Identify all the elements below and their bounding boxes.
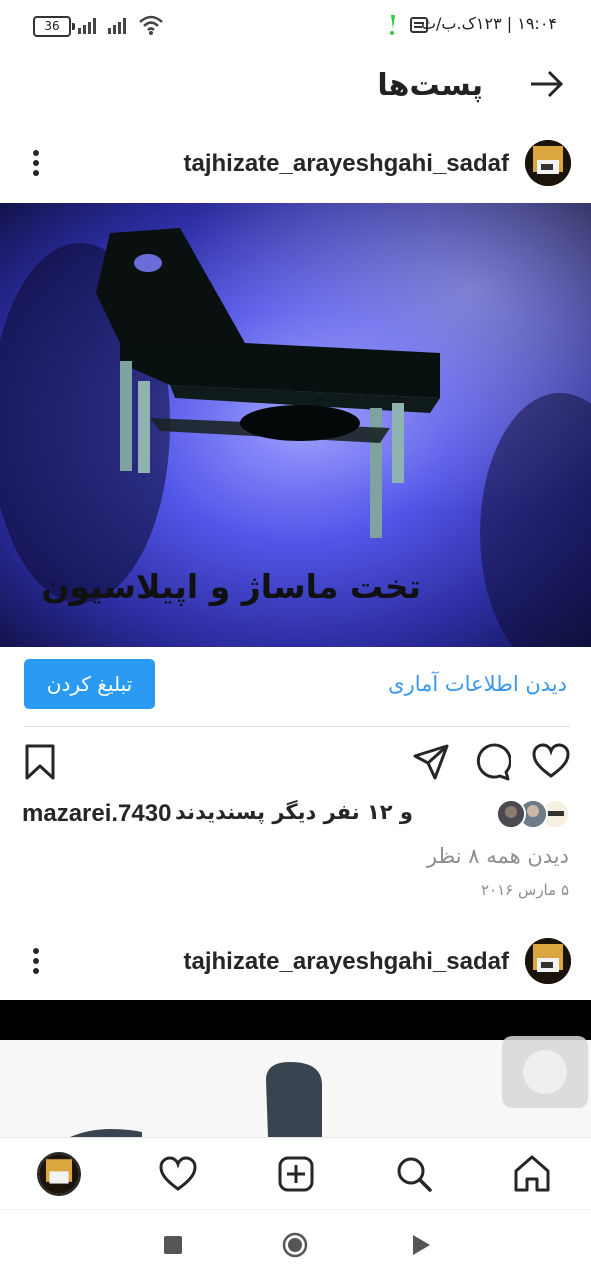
home-icon[interactable]: [510, 1152, 554, 1196]
avatar[interactable]: [525, 140, 571, 186]
view-insights-link[interactable]: دیدن اطلاعات آماری: [388, 672, 567, 696]
status-time: ۱۹:۰۴ | ۱۲۳ک.ب/ث: [420, 14, 557, 33]
avatar[interactable]: [525, 938, 571, 984]
square-icon[interactable]: [163, 1235, 183, 1255]
wifi-icon: [139, 15, 163, 35]
post-username[interactable]: tajhizate_arayeshgahi_sadaf: [184, 150, 510, 178]
divider: [24, 726, 570, 727]
more-vertical-icon[interactable]: [26, 143, 46, 183]
plus-square-icon[interactable]: [274, 1152, 318, 1196]
post-username[interactable]: tajhizate_arayeshgahi_sadaf: [184, 948, 510, 976]
bookmark-icon[interactable]: [20, 742, 60, 782]
circle-icon[interactable]: [282, 1232, 308, 1258]
view-comments-link[interactable]: دیدن همه ۸ نظر: [427, 844, 569, 868]
status-bar: 36 ۱۹:۰۴ | ۱۲۳ک.ب/ث: [0, 0, 591, 50]
likes-text[interactable]: و ۱۲ نفر دیگر پسندیدند: [175, 800, 413, 824]
post-date: ۵ مارس ۲۰۱۶: [481, 881, 569, 899]
image-caption: تخت ماساژ و اپیلاسیون: [41, 567, 421, 606]
liker-avatar[interactable]: [496, 799, 526, 829]
promote-button[interactable]: تبلیغ کردن: [24, 659, 155, 709]
send-icon[interactable]: [411, 742, 451, 782]
heart-icon[interactable]: [531, 742, 571, 782]
comment-icon[interactable]: [471, 742, 511, 782]
heart-icon[interactable]: [156, 1152, 200, 1196]
arrow-right-icon[interactable]: [527, 64, 567, 104]
triangle-icon[interactable]: [411, 1234, 431, 1256]
page-title: پست‌ها: [377, 68, 483, 103]
search-icon[interactable]: [392, 1152, 436, 1196]
alert-icon: [390, 15, 395, 35]
likes-username[interactable]: mazarei.7430: [22, 800, 171, 828]
post-image-top: [0, 1000, 591, 1040]
bottom-nav: [0, 1137, 591, 1210]
system-nav: [0, 1209, 591, 1281]
floating-button[interactable]: [502, 1036, 588, 1108]
avatar: [37, 1152, 81, 1196]
battery-indicator: 36: [33, 16, 75, 37]
nav-profile[interactable]: [37, 1152, 81, 1196]
more-vertical-icon[interactable]: [26, 941, 46, 981]
